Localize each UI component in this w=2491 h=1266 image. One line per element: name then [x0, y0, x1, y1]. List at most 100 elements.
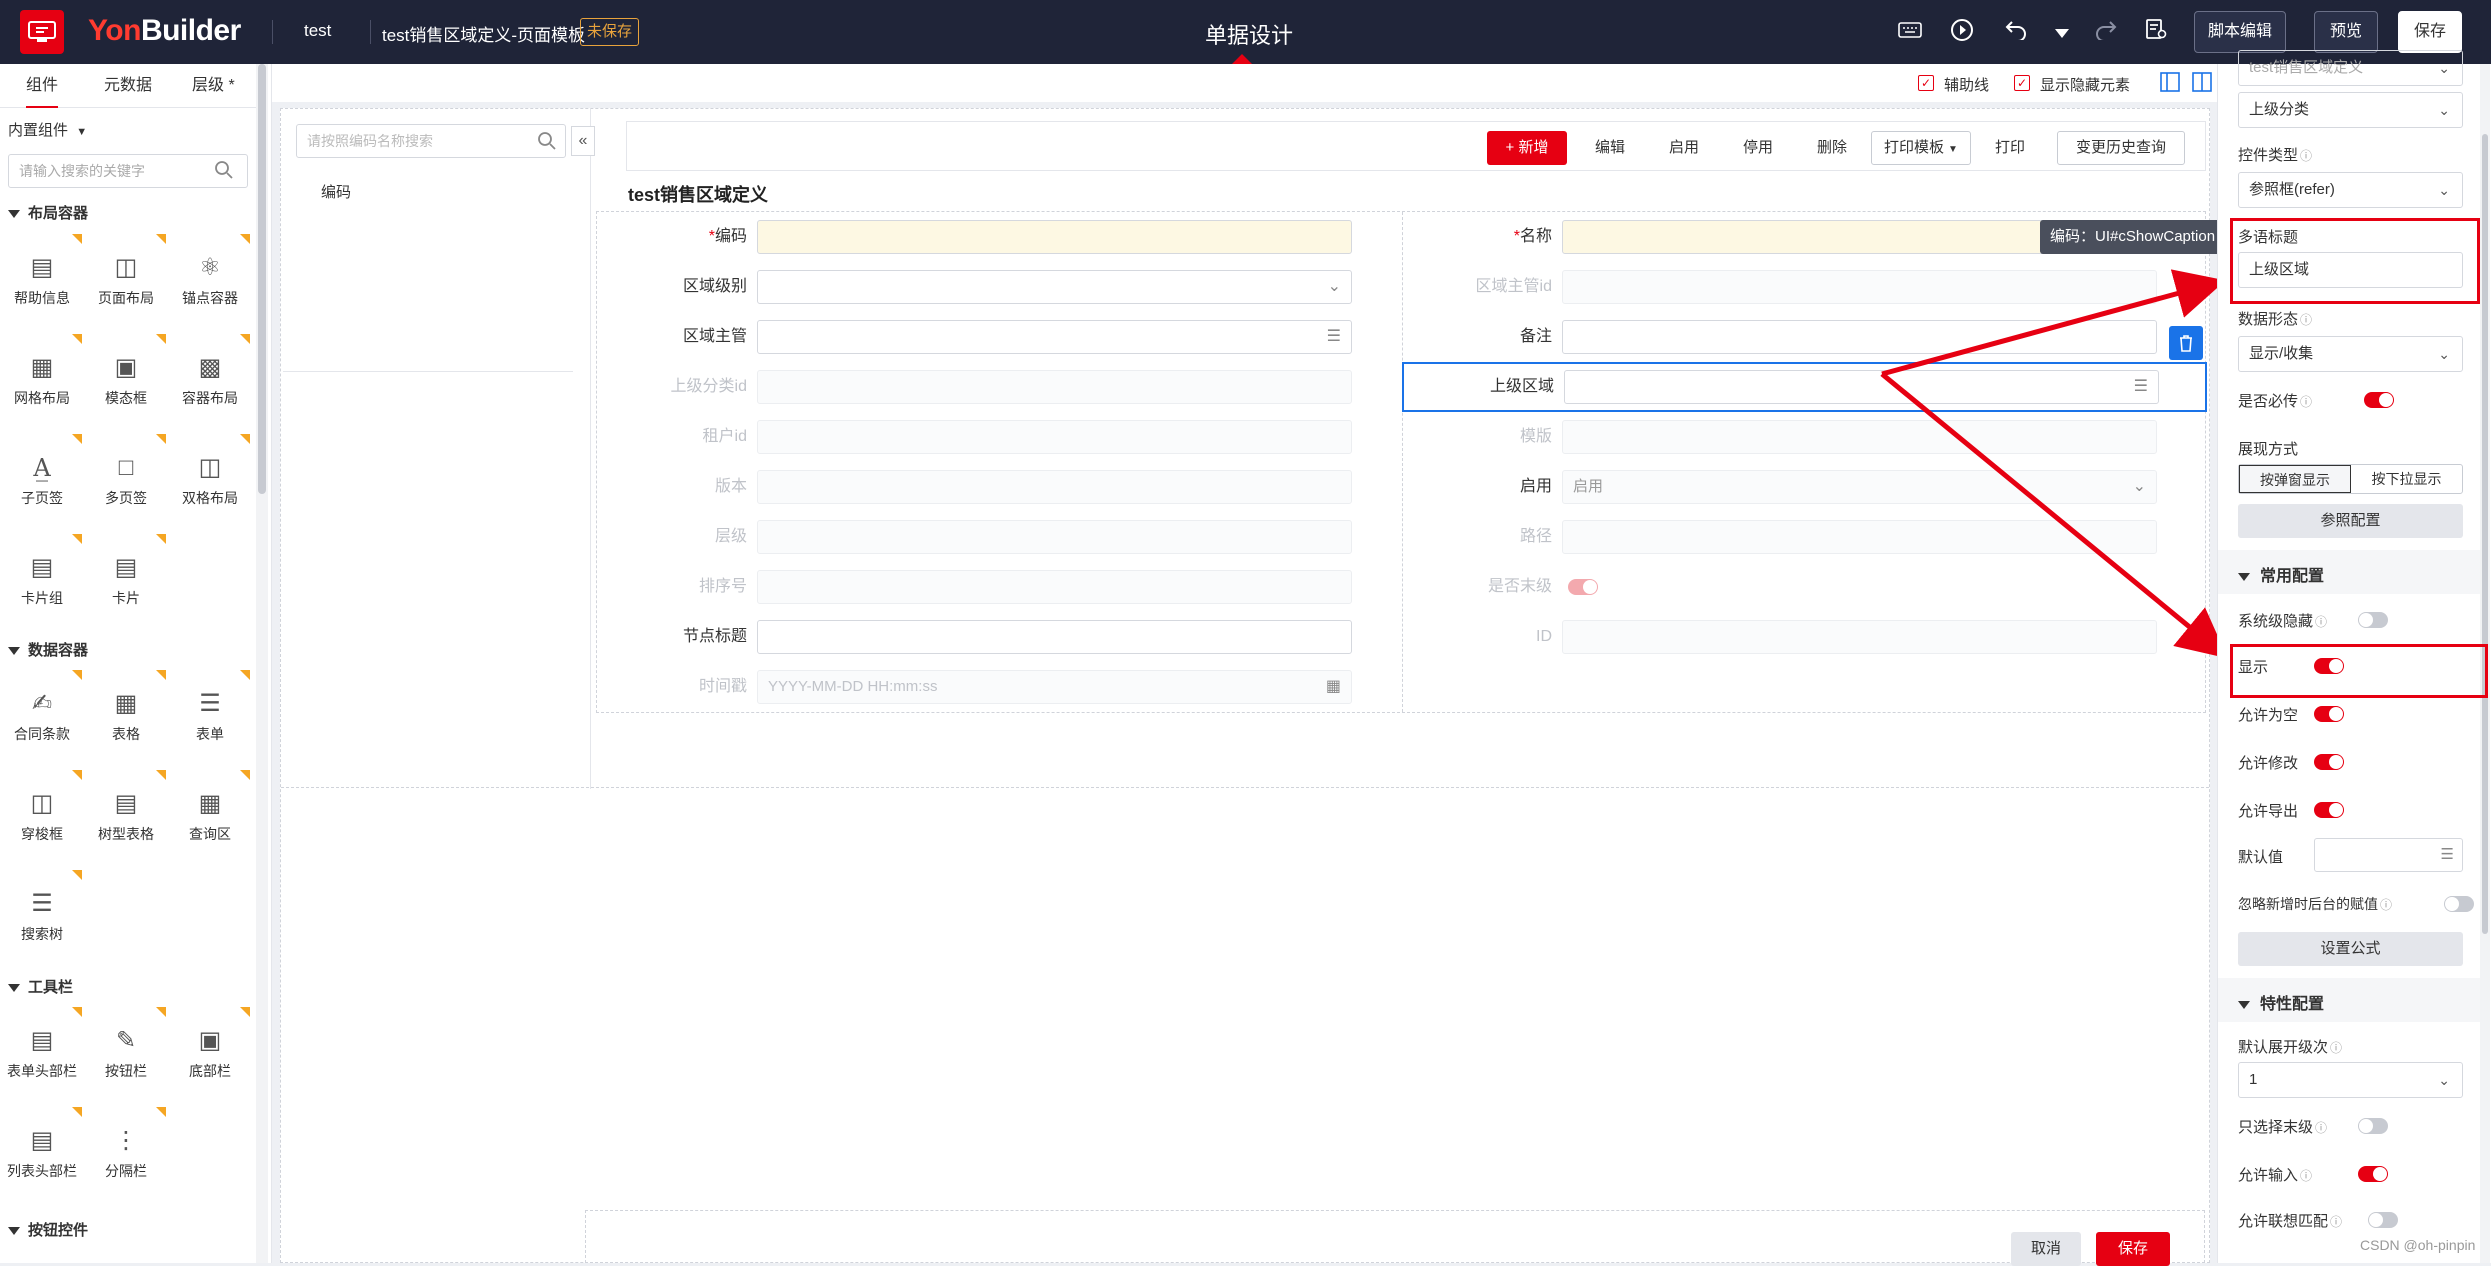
- tile-anchor-container[interactable]: ⚛ 锚点容器: [170, 234, 250, 324]
- dropdown-display-option[interactable]: 按下拉显示: [2351, 465, 2462, 493]
- script-edit-button[interactable]: 脚本编辑: [2194, 11, 2286, 53]
- tile-sub-tab[interactable]: A̲ 子页签: [2, 434, 82, 524]
- title-indicator: [1232, 54, 1252, 64]
- enable-button[interactable]: 启用: [1651, 131, 1717, 165]
- tile-multi-tab[interactable]: □ 多页签: [86, 434, 166, 524]
- history-button[interactable]: 变更历史查询: [2057, 131, 2185, 165]
- default-expand-select[interactable]: 1 ⌄: [2238, 1062, 2463, 1098]
- category-toolbar[interactable]: 工具栏: [8, 976, 73, 997]
- redo-icon[interactable]: [2092, 18, 2120, 46]
- tile-table[interactable]: ▦ 表格: [86, 670, 166, 760]
- footer-save-button[interactable]: 保存: [2096, 1232, 2170, 1266]
- search-icon[interactable]: [537, 131, 557, 156]
- field-level: 层级: [597, 512, 1402, 562]
- split-view-icon[interactable]: [2160, 72, 2180, 97]
- tile-form-header-bar[interactable]: ▤ 表单头部栏: [2, 1007, 82, 1097]
- cancel-button[interactable]: 取消: [2011, 1232, 2081, 1266]
- tile-transfer[interactable]: ◫ 穿梭框: [2, 770, 82, 860]
- category-data[interactable]: 数据容器: [8, 639, 88, 660]
- allow-edit-toggle[interactable]: [2314, 754, 2344, 770]
- code-input[interactable]: [757, 220, 1352, 254]
- left-scrollbar[interactable]: [256, 64, 268, 1263]
- button-bar-icon: ✎: [115, 1027, 137, 1054]
- show-hidden-checkbox[interactable]: ✓: [2014, 75, 2030, 91]
- tile-bottom-bar[interactable]: ▣ 底部栏: [170, 1007, 250, 1097]
- region-level-select[interactable]: ⌄: [757, 270, 1352, 304]
- tile-query-area[interactable]: ▦ 查询区: [170, 770, 250, 860]
- tile-divider-bar[interactable]: ⋮ 分隔栏: [86, 1107, 166, 1197]
- edit-button[interactable]: 编辑: [1577, 131, 1643, 165]
- tab-components[interactable]: 组件: [26, 64, 59, 108]
- app-logo-icon[interactable]: [20, 10, 64, 54]
- control-type-select[interactable]: 参照框(refer) ⌄: [2238, 172, 2463, 208]
- add-button[interactable]: + 新增: [1487, 131, 1567, 165]
- tile-search-tree[interactable]: ☰ 搜索树: [2, 870, 82, 960]
- tab-hierarchy[interactable]: 层级 *: [192, 64, 235, 108]
- delete-button[interactable]: 删除: [1799, 131, 1865, 165]
- data-form-select[interactable]: 显示/收集 ⌄: [2238, 336, 2463, 372]
- disable-button[interactable]: 停用: [1725, 131, 1791, 165]
- undo-icon[interactable]: [2002, 18, 2030, 46]
- keyboard-icon[interactable]: [1896, 18, 1924, 46]
- guide-checkbox[interactable]: ✓: [1918, 75, 1934, 91]
- tile-container-layout[interactable]: ▩ 容器布局: [170, 334, 250, 424]
- transfer-icon: ◫: [30, 790, 54, 817]
- tile-card[interactable]: ▤ 卡片: [86, 534, 166, 624]
- tile-grid-layout[interactable]: ▦ 网格布局: [2, 334, 82, 424]
- guide-label: 辅助线: [1944, 77, 1990, 94]
- tile-help-info[interactable]: ▤ 帮助信息: [2, 234, 82, 324]
- ignore-backend-toggle[interactable]: [2444, 896, 2474, 912]
- print-button[interactable]: 打印: [1977, 131, 2043, 165]
- allow-export-toggle[interactable]: [2314, 802, 2344, 818]
- field-parent-region-selected[interactable]: 上级区域 ☰: [1402, 362, 2207, 412]
- print-template-dropdown[interactable]: 打印模板 ▼: [1871, 131, 1971, 165]
- must-pass-toggle[interactable]: [2364, 392, 2394, 408]
- save-button[interactable]: 保存: [2398, 11, 2462, 53]
- common-config-header[interactable]: 常用配置: [2238, 562, 2324, 586]
- tile-tree-table[interactable]: ▤ 树型表格: [86, 770, 166, 860]
- allow-empty-toggle[interactable]: [2314, 706, 2344, 722]
- tile-button-bar[interactable]: ✎ 按钮栏: [86, 1007, 166, 1097]
- tile-modal[interactable]: ▣ 模态框: [86, 334, 166, 424]
- allow-input-toggle[interactable]: [2358, 1166, 2388, 1182]
- set-formula-button[interactable]: 设置公式: [2238, 932, 2463, 966]
- tile-contract-terms[interactable]: ✍ 合同条款: [2, 670, 82, 760]
- parent-region-ref[interactable]: ☰: [1564, 370, 2159, 404]
- builtin-dropdown[interactable]: 内置组件 ▼: [8, 119, 87, 140]
- node-title-input[interactable]: [757, 620, 1352, 654]
- tile-form[interactable]: ☰ 表单: [170, 670, 250, 760]
- form-toolbar: + 新增 编辑 启用 停用 删除 打印模板 ▼ 打印 变更历史查询: [626, 121, 2206, 171]
- system-hidden-toggle[interactable]: [2358, 612, 2388, 628]
- category-button[interactable]: 按钮控件: [8, 1219, 88, 1240]
- component-search-input[interactable]: 请输入搜索的关键字: [8, 154, 248, 188]
- remark-input[interactable]: [1562, 320, 2157, 354]
- tile-card-group[interactable]: ▤ 卡片组: [2, 534, 82, 624]
- form-title: test销售区域定义: [628, 185, 769, 205]
- dual-view-icon[interactable]: [2192, 72, 2212, 97]
- ref-config-button[interactable]: 参照配置: [2238, 504, 2463, 538]
- collapse-icon[interactable]: «: [571, 126, 595, 156]
- chevron-down-icon: ⌄: [2438, 346, 2450, 362]
- run-icon[interactable]: [1948, 18, 1976, 46]
- tree-search-input[interactable]: 请按照编码名称搜索: [296, 124, 566, 158]
- region-manager-ref[interactable]: ☰: [757, 320, 1352, 354]
- document-settings-icon[interactable]: [2142, 18, 2170, 46]
- tile-dual-layout[interactable]: ◫ 双格布局: [170, 434, 250, 524]
- region-manager-id-input: [1562, 270, 2157, 304]
- only-leaf-toggle[interactable]: [2358, 1118, 2388, 1134]
- category-layout[interactable]: 布局容器: [8, 202, 88, 223]
- delete-field-icon[interactable]: [2169, 326, 2203, 360]
- undo-history-dropdown-icon[interactable]: [2048, 18, 2076, 46]
- tree-node[interactable]: 编码: [321, 181, 351, 202]
- allow-assoc-toggle[interactable]: [2368, 1212, 2398, 1228]
- search-icon[interactable]: [214, 160, 234, 185]
- tab-metadata[interactable]: 元数据: [104, 64, 152, 108]
- tile-list-header-bar[interactable]: ▤ 列表头部栏: [2, 1107, 82, 1197]
- popup-display-option[interactable]: 按弹窗显示: [2239, 465, 2351, 493]
- top-select[interactable]: test销售区域定义 ⌄: [2238, 50, 2463, 86]
- parent-class-select[interactable]: 上级分类 ⌄: [2238, 92, 2463, 128]
- default-value-input[interactable]: ☰: [2314, 838, 2463, 872]
- feature-config-header[interactable]: 特性配置: [2238, 990, 2324, 1014]
- tile-page-layout[interactable]: ◫ 页面布局: [86, 234, 166, 324]
- preview-button[interactable]: 预览: [2314, 11, 2378, 53]
